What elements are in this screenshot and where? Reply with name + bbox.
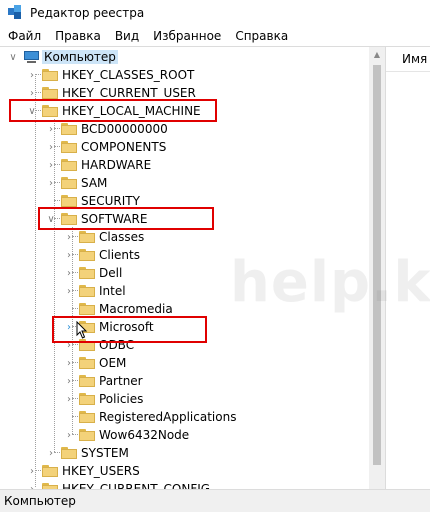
- column-header-name[interactable]: Имя: [386, 47, 430, 72]
- computer-icon: [23, 50, 40, 64]
- tree-node-label: Wow6432Node: [99, 428, 190, 442]
- registry-tree[interactable]: ∨ Компьютер › HKEY_CLASSES_ROOT › HKEY_C…: [0, 46, 386, 490]
- tree-node-bcd[interactable]: › BCD00000000: [46, 120, 168, 138]
- folder-icon: [42, 465, 58, 477]
- menu-favorites[interactable]: Избранное: [146, 29, 228, 43]
- menu-help[interactable]: Справка: [228, 29, 295, 43]
- chevron-right-icon[interactable]: ›: [64, 250, 74, 261]
- status-path: Компьютер: [4, 494, 76, 508]
- tree-node-hkcr[interactable]: › HKEY_CLASSES_ROOT: [27, 66, 194, 84]
- highlight-hklm: [9, 99, 217, 122]
- tree-node-policies[interactable]: › Policies: [64, 390, 143, 408]
- tree-node-wow6432node[interactable]: › Wow6432Node: [64, 426, 189, 444]
- chevron-right-icon[interactable]: ›: [64, 358, 74, 369]
- chevron-right-icon[interactable]: ›: [64, 430, 74, 441]
- tree-node-label: Clients: [99, 248, 140, 262]
- menu-view[interactable]: Вид: [108, 29, 146, 43]
- mouse-cursor-icon: [76, 321, 88, 339]
- folder-icon: [61, 177, 77, 189]
- folder-icon: [79, 285, 95, 297]
- chevron-right-icon[interactable]: ›: [64, 376, 74, 387]
- tree-node-label: HKEY_USERS: [62, 464, 140, 478]
- chevron-down-icon[interactable]: ∨: [8, 52, 18, 63]
- menu-edit[interactable]: Правка: [48, 29, 108, 43]
- scroll-up-icon[interactable]: ▲: [369, 47, 385, 63]
- folder-icon: [79, 429, 95, 441]
- status-bar: Компьютер: [0, 489, 430, 512]
- scroll-thumb[interactable]: [373, 65, 381, 465]
- tree-node-label: HKEY_CURRENT_USER: [62, 86, 196, 100]
- folder-icon: [61, 123, 77, 135]
- tree-node-label: SECURITY: [81, 194, 140, 208]
- tree-node-hardware[interactable]: › HARDWARE: [46, 156, 151, 174]
- chevron-right-icon[interactable]: ›: [46, 142, 56, 153]
- tree-node-label: Компьютер: [42, 50, 118, 64]
- tree-node-clients[interactable]: › Clients: [64, 246, 140, 264]
- tree-node-label: SYSTEM: [81, 446, 129, 460]
- tree-node-label: Policies: [99, 392, 144, 406]
- column-header-label: Имя: [402, 52, 428, 66]
- folder-icon: [42, 87, 58, 99]
- tree-node-oem[interactable]: › OEM: [64, 354, 126, 372]
- chevron-right-icon[interactable]: ›: [27, 70, 37, 81]
- tree-node-classes[interactable]: › Classes: [64, 228, 144, 246]
- chevron-right-icon[interactable]: ›: [46, 160, 56, 171]
- folder-icon: [61, 447, 77, 459]
- tree-node-label: SAM: [81, 176, 108, 190]
- tree-node-label: RegisteredApplications: [99, 410, 237, 424]
- chevron-right-icon[interactable]: ›: [46, 448, 56, 459]
- folder-icon: [79, 249, 95, 261]
- chevron-right-icon[interactable]: ›: [27, 466, 37, 477]
- tree-node-intel[interactable]: › Intel: [64, 282, 126, 300]
- folder-icon: [42, 69, 58, 81]
- tree-node-label: HKEY_CLASSES_ROOT: [62, 68, 195, 82]
- tree-node-label: HARDWARE: [81, 158, 152, 172]
- tree-node-components[interactable]: › COMPONENTS: [46, 138, 166, 156]
- values-pane[interactable]: Имя: [386, 46, 430, 490]
- title-bar: Редактор реестра: [0, 0, 430, 26]
- chevron-right-icon[interactable]: ›: [64, 232, 74, 243]
- tree-node-sam[interactable]: › SAM: [46, 174, 107, 192]
- chevron-right-icon[interactable]: ›: [27, 88, 37, 99]
- tree-node-computer[interactable]: ∨ Компьютер: [8, 48, 118, 66]
- tree-node-label: Classes: [99, 230, 145, 244]
- tree-node-partner[interactable]: › Partner: [64, 372, 143, 390]
- tree-node-label: Dell: [99, 266, 123, 280]
- tree-node-label: OEM: [99, 356, 127, 370]
- regedit-icon: [8, 5, 24, 21]
- tree-node-dell[interactable]: › Dell: [64, 264, 122, 282]
- tree-node-system[interactable]: › SYSTEM: [46, 444, 129, 462]
- chevron-right-icon[interactable]: ›: [64, 394, 74, 405]
- folder-icon: [61, 195, 77, 207]
- folder-icon: [79, 303, 95, 315]
- tree-node-label: BCD00000000: [81, 122, 168, 136]
- chevron-right-icon[interactable]: ›: [46, 124, 56, 135]
- window-title: Редактор реестра: [30, 6, 145, 20]
- folder-icon: [79, 231, 95, 243]
- menu-bar: Файл Правка Вид Избранное Справка: [0, 26, 430, 46]
- chevron-right-icon[interactable]: ›: [64, 286, 74, 297]
- chevron-right-icon[interactable]: ›: [64, 268, 74, 279]
- folder-icon: [79, 375, 95, 387]
- highlight-software: [38, 207, 214, 230]
- folder-icon: [61, 159, 77, 171]
- tree-scrollbar[interactable]: ▲: [369, 47, 385, 489]
- folder-icon: [79, 411, 95, 423]
- tree-node-registered-applications[interactable]: › RegisteredApplications: [64, 408, 236, 426]
- folder-icon: [79, 357, 95, 369]
- tree-node-hku[interactable]: › HKEY_USERS: [27, 462, 140, 480]
- menu-file[interactable]: Файл: [0, 29, 48, 43]
- folder-icon: [61, 141, 77, 153]
- folder-icon: [79, 393, 95, 405]
- tree-node-label: Intel: [99, 284, 126, 298]
- folder-icon: [79, 267, 95, 279]
- tree-node-label: Macromedia: [99, 302, 173, 316]
- tree-node-label: Partner: [99, 374, 143, 388]
- chevron-right-icon[interactable]: ›: [46, 178, 56, 189]
- tree-node-label: COMPONENTS: [81, 140, 167, 154]
